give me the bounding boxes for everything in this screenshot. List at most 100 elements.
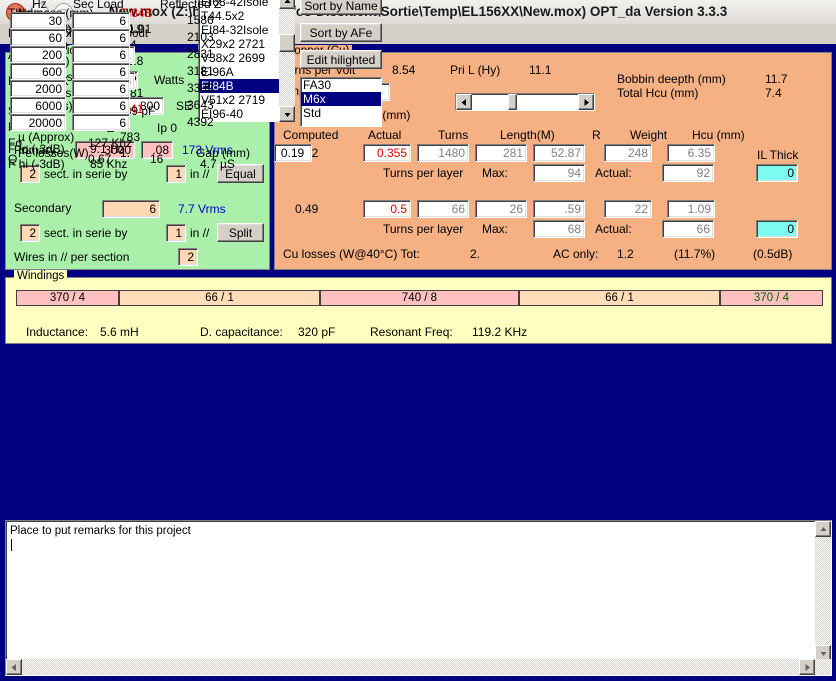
- col-r: R: [592, 128, 601, 142]
- freq-hz-input[interactable]: 600: [10, 63, 66, 80]
- row2-hcu[interactable]: 1.09: [667, 200, 715, 218]
- row2-max-value[interactable]: 68: [533, 220, 585, 238]
- scroll-up-arrow-icon[interactable]: [279, 0, 295, 9]
- row2-il-thick-input[interactable]: 0: [756, 220, 798, 238]
- scroll-down-arrow-icon[interactable]: [279, 106, 295, 122]
- d-capacitance-label: D. capacitance:: [200, 325, 283, 339]
- row1-length[interactable]: 281: [475, 144, 527, 162]
- turns-per-volt-value: 8.54: [392, 63, 416, 77]
- remarks-scroll-up-icon[interactable]: [815, 521, 831, 537]
- reflected-z-column-header: Reflected Z: [160, 0, 222, 11]
- freq-load-input[interactable]: 6: [72, 97, 130, 114]
- pri-l-slider[interactable]: [455, 93, 595, 111]
- col-length: Length(M): [500, 128, 555, 142]
- sort-by-afe-button[interactable]: Sort by AFe: [300, 23, 382, 42]
- list-item[interactable]: FA30: [301, 78, 381, 92]
- resonant-freq-value: 119.2 KHz: [472, 325, 528, 339]
- pri-l-value: 11.1: [529, 63, 552, 77]
- winding-segment[interactable]: 66 / 1: [119, 290, 320, 306]
- bobbin-depth-value: 11.7: [765, 72, 788, 86]
- row1-max-value[interactable]: 94: [533, 164, 585, 182]
- freq-reflected-value: 2103: [187, 30, 214, 44]
- q-value-secondary: 16: [150, 152, 164, 166]
- remarks-vertical-scrollbar[interactable]: [815, 521, 831, 661]
- row1-turns[interactable]: 1480: [417, 144, 469, 162]
- row2-computed: 0.49: [295, 202, 319, 216]
- winding-segment[interactable]: 66 / 1: [519, 290, 720, 306]
- slider-left-arrow-icon[interactable]: [456, 94, 472, 110]
- list-item-selected[interactable]: M6x: [301, 92, 381, 106]
- split-button[interactable]: Split: [217, 223, 264, 242]
- primary-parallel-input[interactable]: 1: [166, 165, 186, 183]
- freq-hz-input[interactable]: 200: [10, 46, 66, 63]
- slider-thumb[interactable]: [508, 94, 517, 110]
- remarks-scroll-left-icon[interactable]: [6, 659, 22, 675]
- gap-input[interactable]: 0.19: [274, 144, 312, 162]
- row1-weight[interactable]: 248: [604, 144, 652, 162]
- list-item[interactable]: Std: [301, 106, 381, 120]
- edit-hilighted-button[interactable]: Edit hilighted: [300, 50, 382, 69]
- row2-turns[interactable]: 66: [417, 200, 469, 218]
- row1-actual-label: Actual:: [595, 166, 632, 180]
- freq-load-input[interactable]: 6: [72, 46, 130, 63]
- freq-load-input[interactable]: 6: [72, 80, 130, 97]
- remarks-scroll-right-icon[interactable]: [799, 659, 815, 675]
- row1-actual-layer[interactable]: 92: [662, 164, 714, 182]
- freq-hz-input[interactable]: 20000: [10, 114, 66, 131]
- row1-r[interactable]: 52.87: [533, 144, 585, 162]
- wires-input[interactable]: 2: [178, 248, 198, 266]
- row2-actual-input[interactable]: 0.5: [363, 200, 411, 218]
- freq-reflected-value: 3643: [187, 98, 214, 112]
- remarks-text: Place to put remarks for this project: [10, 525, 191, 537]
- freq-load-input[interactable]: 6: [72, 12, 130, 29]
- row1-max-label: Max:: [482, 166, 509, 180]
- pri-l-label: Pri L (Hy): [450, 63, 501, 77]
- freq-load-input[interactable]: 6: [72, 29, 130, 46]
- f-hi-label: F hi (-3dB): [8, 157, 65, 171]
- freq-reflected-value: 4392: [187, 115, 214, 129]
- secondary-parallel-input[interactable]: 1: [166, 224, 186, 242]
- material-listbox[interactable]: FA30 M6x Std: [300, 77, 382, 127]
- hz-column-header: Hz: [32, 0, 47, 11]
- text-caret: [11, 539, 12, 551]
- resonant-freq-label: Resonant Freq:: [370, 325, 453, 339]
- row1-il-thick-input[interactable]: 0: [756, 164, 798, 182]
- remarks-horizontal-scrollbar[interactable]: [6, 659, 831, 675]
- f-lo-label: F lo (-3dB): [8, 142, 65, 156]
- row1-actual-input[interactable]: 0.355: [363, 144, 411, 162]
- row2-max-label: Max:: [482, 222, 509, 236]
- il-thick-label: IL Thick: [757, 148, 799, 162]
- row2-weight[interactable]: 22: [604, 200, 652, 218]
- col-actual: Actual: [368, 128, 402, 142]
- freq-reflected-value: 2831: [187, 47, 214, 61]
- secondary-vrms: 7.7 Vrms: [178, 202, 226, 216]
- winding-segment[interactable]: 740 / 8: [320, 290, 519, 306]
- cu-losses-percent: (11.7%): [674, 247, 716, 261]
- row2-length[interactable]: 26: [475, 200, 527, 218]
- freq-reflected-value: 3392: [187, 81, 214, 95]
- secondary-parallel-label: in //: [190, 226, 210, 240]
- freq-hz-input[interactable]: 60: [10, 29, 66, 46]
- secondary-label: Secondary: [14, 201, 72, 215]
- slider-right-arrow-icon[interactable]: [578, 94, 594, 110]
- secondary-sections-input[interactable]: 2: [20, 224, 40, 242]
- core-listbox-scrollbar[interactable]: [279, 0, 295, 122]
- freq-load-input[interactable]: 6: [72, 114, 130, 131]
- freq-hz-input[interactable]: 30: [10, 12, 66, 29]
- row1-hcu[interactable]: 6.35: [667, 144, 715, 162]
- row2-r[interactable]: .59: [533, 200, 585, 218]
- winding-segment[interactable]: 370 / 4: [16, 290, 119, 306]
- remarks-textarea[interactable]: Place to put remarks for this project: [5, 520, 832, 676]
- winding-segment[interactable]: 370 / 4: [720, 290, 823, 306]
- inductance-label: Inductance:: [26, 325, 89, 339]
- scrollbar-thumb[interactable]: [279, 34, 295, 52]
- secondary-z-input[interactable]: 6: [102, 200, 160, 218]
- freq-hz-input[interactable]: 6000: [10, 97, 66, 114]
- freq-load-input[interactable]: 6: [72, 63, 130, 80]
- cu-losses-db: (0.5dB): [753, 247, 793, 261]
- f-lo-value: 9.1 Hz: [90, 142, 125, 156]
- sort-by-name-button[interactable]: Sort by Name: [300, 0, 382, 15]
- bobbin-depth-label: Bobbin deepth (mm): [617, 72, 726, 86]
- freq-hz-input[interactable]: 2000: [10, 80, 66, 97]
- row2-actual-layer[interactable]: 66: [662, 220, 714, 238]
